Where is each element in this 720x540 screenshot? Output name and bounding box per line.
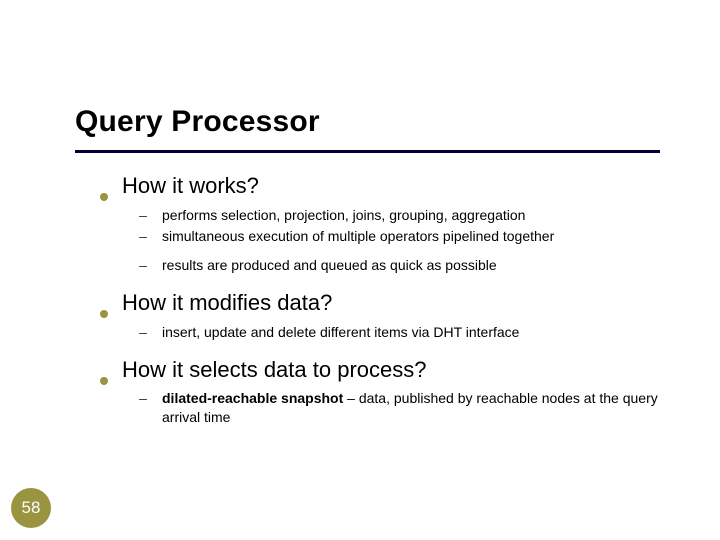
bullet-level2: – dilated-reachable snapshot – data, pub… (138, 389, 690, 427)
level2-text: dilated-reachable snapshot – data, publi… (162, 389, 690, 427)
page-number-badge: 58 (11, 488, 51, 528)
bullet-level2: – simultaneous execution of multiple ope… (138, 227, 690, 246)
dash-bullet-icon: – (138, 257, 148, 273)
dash-bullet-icon: – (138, 228, 148, 244)
level1-text: How it selects data to process? (122, 356, 426, 384)
disc-bullet-icon (100, 310, 108, 318)
bullet-level1: How it works? (100, 172, 690, 200)
level1-text: How it modifies data? (122, 289, 332, 317)
bullet-level2: – results are produced and queued as qui… (138, 256, 690, 275)
bullet-level2: – performs selection, projection, joins,… (138, 206, 690, 225)
sub-bullets: – insert, update and delete different it… (138, 323, 690, 342)
level2-text: performs selection, projection, joins, g… (162, 206, 525, 225)
bullet-level1: How it selects data to process? (100, 356, 690, 384)
sub-bullets: – performs selection, projection, joins,… (138, 206, 690, 276)
bullet-level1: How it modifies data? (100, 289, 690, 317)
sub-bullets: – dilated-reachable snapshot – data, pub… (138, 389, 690, 427)
level2-text: insert, update and delete different item… (162, 323, 519, 342)
dash-bullet-icon: – (138, 390, 148, 406)
title-underline (75, 150, 660, 153)
bullet-level2: – insert, update and delete different it… (138, 323, 690, 342)
page-number: 58 (22, 498, 41, 518)
disc-bullet-icon (100, 377, 108, 385)
dash-bullet-icon: – (138, 324, 148, 340)
level1-text: How it works? (122, 172, 259, 200)
disc-bullet-icon (100, 193, 108, 201)
slide-title: Query Processor (75, 105, 320, 139)
dash-bullet-icon: – (138, 207, 148, 223)
emphasis-text: dilated-reachable snapshot (162, 390, 343, 406)
level2-text: results are produced and queued as quick… (162, 256, 497, 275)
level2-text: simultaneous execution of multiple opera… (162, 227, 554, 246)
slide-body: How it works? – performs selection, proj… (100, 172, 690, 441)
